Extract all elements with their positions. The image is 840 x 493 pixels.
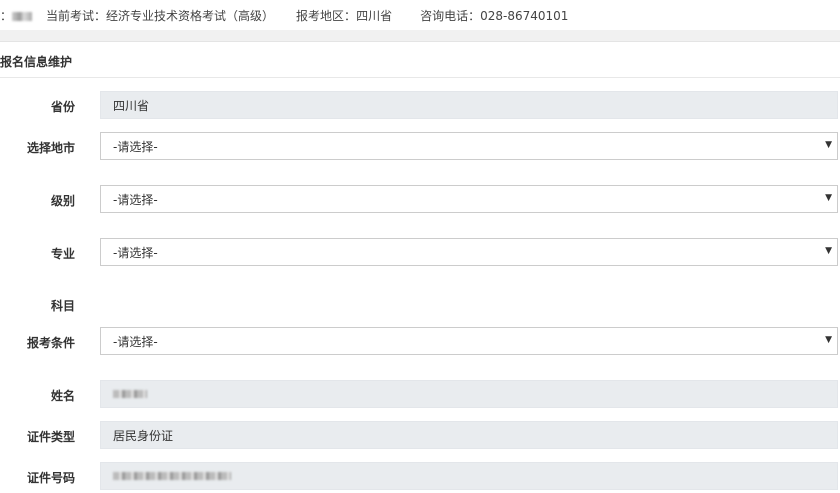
name-field bbox=[100, 380, 838, 408]
city-label: 选择地市 bbox=[26, 141, 75, 155]
row-province: 省份 四川省 bbox=[0, 91, 840, 119]
id-type-label: 证件类型 bbox=[26, 430, 75, 444]
major-label: 专业 bbox=[50, 247, 75, 261]
panel-title: 报名信息维护 bbox=[0, 55, 73, 69]
row-city: 选择地市 -请选择- ▼ bbox=[0, 132, 840, 160]
row-id-number: 证件号码 bbox=[0, 462, 840, 490]
province-label: 省份 bbox=[50, 100, 75, 114]
row-major: 专业 -请选择- ▼ bbox=[0, 238, 840, 266]
row-id-type: 证件类型 居民身份证 bbox=[0, 421, 840, 449]
divider bbox=[0, 77, 840, 78]
id-number-field bbox=[100, 462, 838, 490]
row-level: 级别 -请选择- ▼ bbox=[0, 185, 840, 213]
name-label: 姓名 bbox=[50, 389, 75, 403]
city-value: -请选择- bbox=[113, 139, 158, 154]
level-label: 级别 bbox=[50, 194, 75, 208]
user-info: ： bbox=[0, 7, 33, 24]
separator-band bbox=[0, 30, 840, 42]
major-select[interactable]: -请选择- ▼ bbox=[100, 238, 838, 266]
level-select[interactable]: -请选择- ▼ bbox=[100, 185, 838, 213]
current-exam-value: 经济专业技术资格考试（高级） bbox=[106, 8, 275, 23]
id-type-field: 居民身份证 bbox=[100, 421, 838, 449]
user-name-blurred bbox=[12, 11, 33, 21]
major-value: -请选择- bbox=[113, 245, 158, 260]
id-number-label: 证件号码 bbox=[26, 471, 75, 485]
chevron-down-icon: ▼ bbox=[825, 335, 832, 345]
condition-value: -请选择- bbox=[113, 334, 158, 349]
header-bar: ： 当前考试：经济专业技术资格考试（高级） 报考地区：四川省 咨询电话：028-… bbox=[0, 0, 840, 30]
phone: 咨询电话：028-86740101 bbox=[420, 7, 568, 24]
level-value: -请选择- bbox=[113, 192, 158, 207]
phone-value: 028-86740101 bbox=[480, 8, 569, 23]
user-prefix: ： bbox=[0, 8, 13, 23]
province-value: 四川省 bbox=[113, 98, 150, 113]
condition-label: 报考条件 bbox=[26, 336, 75, 350]
row-name: 姓名 bbox=[0, 380, 840, 408]
chevron-down-icon: ▼ bbox=[825, 246, 832, 256]
condition-select[interactable]: -请选择- ▼ bbox=[100, 327, 838, 355]
name-blurred bbox=[113, 390, 147, 398]
current-exam-label: 当前考试： bbox=[46, 8, 107, 23]
chevron-down-icon: ▼ bbox=[825, 140, 832, 150]
id-number-blurred bbox=[113, 472, 231, 480]
city-select[interactable]: -请选择- ▼ bbox=[100, 132, 838, 160]
region-value: 四川省 bbox=[356, 8, 393, 23]
row-subject: 科目 bbox=[0, 290, 840, 318]
province-field: 四川省 bbox=[100, 91, 838, 119]
region: 报考地区：四川省 bbox=[296, 7, 392, 24]
row-condition: 报考条件 -请选择- ▼ bbox=[0, 327, 840, 355]
region-label: 报考地区： bbox=[296, 8, 357, 23]
chevron-down-icon: ▼ bbox=[825, 193, 832, 203]
id-type-value: 居民身份证 bbox=[113, 428, 174, 443]
current-exam: 当前考试：经济专业技术资格考试（高级） bbox=[46, 7, 274, 24]
phone-label: 咨询电话： bbox=[420, 8, 481, 23]
subject-label: 科目 bbox=[50, 299, 75, 313]
